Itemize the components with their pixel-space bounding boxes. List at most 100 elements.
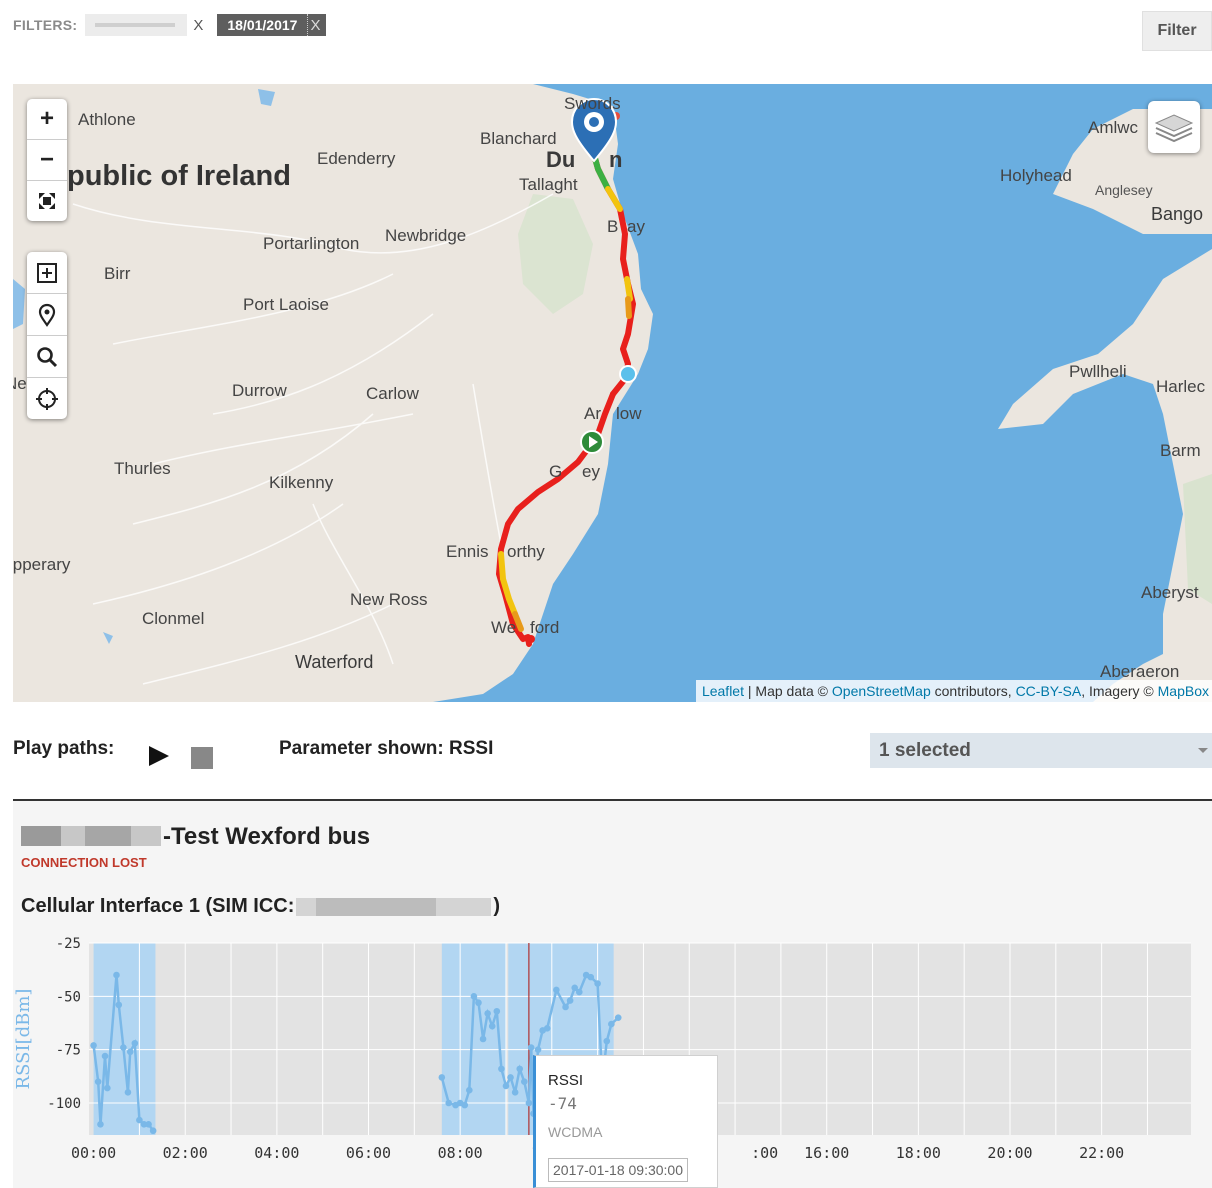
y-axis-label: RSSI[dBm] bbox=[13, 989, 34, 1090]
map-label-wexford-end: ford bbox=[530, 618, 560, 637]
select-value: 1 selected bbox=[879, 739, 971, 761]
rssi-point bbox=[149, 1127, 157, 1135]
map-label-enniscorthy-end: orthy bbox=[507, 542, 545, 561]
map-label-dublin-end: n bbox=[609, 147, 623, 172]
rssi-point bbox=[502, 1082, 510, 1090]
rssi-point bbox=[101, 1052, 109, 1060]
locate-button[interactable] bbox=[27, 378, 67, 419]
rssi-point bbox=[498, 1065, 505, 1073]
map-label-durrow: Durrow bbox=[232, 381, 287, 400]
marker-button[interactable] bbox=[27, 294, 67, 336]
attribution-contributors: contributors, bbox=[930, 683, 1016, 699]
layers-button[interactable] bbox=[1148, 101, 1200, 153]
map-label-bangor: Bango bbox=[1151, 204, 1204, 224]
x-tick-label: 16:00 bbox=[804, 1144, 849, 1162]
rssi-point bbox=[94, 1078, 102, 1085]
map-label-portarlington: Portarlington bbox=[263, 234, 360, 253]
x-tick-label: 04:00 bbox=[254, 1144, 299, 1162]
remove-date-filter-button[interactable]: X bbox=[307, 14, 327, 36]
map-view[interactable]: Athlone public of Ireland Edenderry Swor… bbox=[13, 84, 1212, 702]
rssi-point bbox=[553, 986, 560, 994]
highlight-band-1 bbox=[441, 943, 506, 1135]
redacted-filter-value bbox=[85, 14, 188, 36]
play-button[interactable] bbox=[149, 746, 169, 766]
map-label-wexford: We bbox=[491, 618, 517, 637]
rssi-point bbox=[126, 1048, 134, 1056]
filter-button[interactable]: Filter bbox=[1142, 11, 1212, 51]
zoom-box-icon bbox=[37, 262, 57, 283]
mapbox-link[interactable]: MapBox bbox=[1158, 683, 1209, 699]
parameter-select[interactable]: 1 selected bbox=[870, 733, 1212, 768]
map-label-tallaght: Tallaght bbox=[519, 175, 578, 194]
rssi-point bbox=[466, 1086, 473, 1094]
rssi-point bbox=[525, 1099, 533, 1107]
openstreetmap-link[interactable]: OpenStreetMap bbox=[832, 683, 931, 699]
map-label-swords: Swords bbox=[564, 94, 621, 113]
map-label-pwllheli: Pwllheli bbox=[1069, 362, 1127, 381]
x-tick-label: 08:00 bbox=[438, 1144, 483, 1162]
rssi-point bbox=[104, 1084, 111, 1092]
rssi-point bbox=[614, 1014, 622, 1021]
license-link[interactable]: CC-BY-SA bbox=[1016, 683, 1082, 699]
rssi-point bbox=[445, 1099, 452, 1107]
search-map-button[interactable] bbox=[27, 336, 67, 378]
search-icon bbox=[37, 346, 58, 367]
stop-button[interactable] bbox=[191, 747, 213, 769]
x-tick-label: 22:00 bbox=[1079, 1144, 1124, 1162]
chevron-down-icon bbox=[1198, 748, 1208, 753]
fullscreen-button[interactable] bbox=[27, 181, 67, 221]
rssi-point bbox=[97, 1121, 104, 1128]
rssi-point bbox=[575, 988, 583, 996]
play-paths-label: Play paths: bbox=[13, 738, 115, 759]
map-label-anglesey: Anglesey bbox=[1095, 182, 1153, 198]
leaflet-link[interactable]: Leaflet bbox=[702, 683, 744, 699]
map-pin-icon bbox=[38, 303, 56, 327]
filters-label: FILTERS: bbox=[13, 17, 78, 33]
device-panel: -Test Wexford bus CONNECTION LOST Cellul… bbox=[13, 801, 1212, 1188]
remove-filter-button[interactable]: X bbox=[193, 17, 203, 34]
rssi-point bbox=[461, 1101, 469, 1109]
zoom-in-button[interactable]: + bbox=[27, 99, 67, 140]
map-label-bray-end: ay bbox=[627, 217, 645, 236]
map-label-port-laoise: Port Laoise bbox=[243, 295, 329, 314]
rssi-point bbox=[475, 999, 482, 1007]
map-label-aberaeron: Aberaeron bbox=[1100, 662, 1180, 681]
rssi-point bbox=[115, 1001, 123, 1009]
date-filter-value: 18/01/2017 bbox=[217, 14, 308, 36]
y-tick-label: -50 bbox=[56, 989, 81, 1005]
map-label-tipperary: ipperary bbox=[13, 555, 71, 574]
rssi-point bbox=[493, 1007, 501, 1015]
zoom-out-button[interactable]: − bbox=[27, 140, 67, 181]
rssi-point bbox=[470, 993, 478, 1000]
x-tick-label: 00:00 bbox=[71, 1144, 116, 1162]
map-label-birr: Birr bbox=[104, 264, 131, 283]
rssi-point bbox=[120, 1044, 127, 1051]
tooltip-title: RSSI bbox=[548, 1072, 584, 1089]
x-tick-label: 18:00 bbox=[896, 1144, 941, 1162]
map-label-amlwch: Amlwc bbox=[1088, 118, 1139, 137]
rssi-point bbox=[516, 1065, 524, 1073]
rssi-point bbox=[507, 1074, 514, 1081]
map-label-carlow: Carlow bbox=[366, 384, 419, 403]
rssi-point bbox=[511, 1089, 519, 1096]
x-tick-label: 06:00 bbox=[346, 1144, 391, 1162]
zoom-control: + − bbox=[27, 99, 67, 221]
rssi-point bbox=[113, 971, 120, 979]
map-label-thurles: Thurles bbox=[114, 459, 171, 478]
map-label-holyhead: Holyhead bbox=[1000, 166, 1072, 185]
rssi-point bbox=[488, 1022, 496, 1030]
rssi-point bbox=[594, 980, 601, 987]
rssi-point bbox=[562, 1003, 569, 1011]
parameter-shown-label: Parameter shown: RSSI bbox=[279, 738, 494, 759]
map-label-dublin: Du bbox=[546, 147, 576, 172]
rssi-point bbox=[521, 1078, 528, 1085]
tooltip-technology: WCDMA bbox=[548, 1124, 603, 1140]
map-label-gorey: G bbox=[549, 462, 563, 481]
fullscreen-icon bbox=[39, 193, 55, 209]
map-label-gorey-end: ey bbox=[582, 462, 600, 481]
filter-bar: FILTERS: X 18/01/2017 X bbox=[13, 14, 334, 36]
y-tick-label: -100 bbox=[47, 1096, 81, 1112]
tooltip-value: -74 bbox=[548, 1094, 577, 1113]
attribution-imagery: , Imagery © bbox=[1081, 683, 1158, 699]
zoom-to-box-button[interactable] bbox=[27, 252, 67, 294]
